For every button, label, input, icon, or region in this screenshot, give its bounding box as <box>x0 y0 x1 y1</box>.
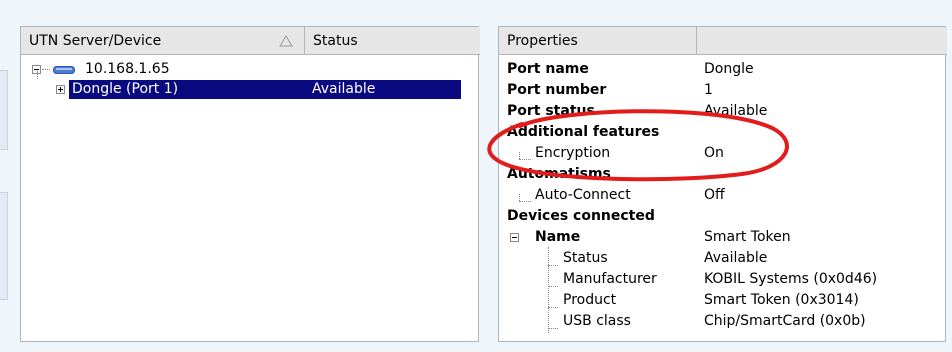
property-label: Name <box>535 229 581 245</box>
property-label: Port status <box>507 103 595 119</box>
property-group-label: Automatisms <box>507 166 611 182</box>
column-header-value[interactable] <box>697 27 947 55</box>
property-label: Status <box>563 250 608 266</box>
property-row-status[interactable]: Status Available <box>499 248 945 269</box>
collapse-icon[interactable] <box>510 233 519 242</box>
property-row-port-name[interactable]: Port name Dongle <box>499 59 945 80</box>
tree-connector <box>42 69 50 70</box>
property-group-automatisms[interactable]: Automatisms <box>499 164 945 185</box>
property-value: On <box>704 145 724 161</box>
tree-connector <box>37 71 38 79</box>
property-value: Chip/SmartCard (0x0b) <box>704 313 866 329</box>
property-label: Auto-Connect <box>535 187 631 203</box>
property-value: Available <box>704 103 768 119</box>
property-row-product[interactable]: Product Smart Token (0x3014) <box>499 290 945 311</box>
tree-row-device[interactable]: Dongle (Port 1) Available <box>21 79 478 100</box>
side-strip-bottom <box>0 192 8 300</box>
property-row-encryption[interactable]: Encryption On <box>499 143 945 164</box>
property-label: Manufacturer <box>563 271 657 287</box>
property-row-port-number[interactable]: Port number 1 <box>499 80 945 101</box>
property-value: Smart Token (0x3014) <box>704 292 859 308</box>
device-status: Available <box>312 81 376 97</box>
property-row-auto-connect[interactable]: Auto-Connect Off <box>499 185 945 206</box>
property-row-usb-class[interactable]: USB class Chip/SmartCard (0x0b) <box>499 311 945 332</box>
server-name: 10.168.1.65 <box>85 61 170 77</box>
expand-icon[interactable] <box>56 85 65 94</box>
column-header-device[interactable]: UTN Server/Device <box>21 27 305 55</box>
column-header-properties[interactable]: Properties <box>499 27 697 55</box>
property-value: 1 <box>704 82 713 98</box>
device-name: Dongle (Port 1) <box>72 81 179 97</box>
column-header-device-label: UTN Server/Device <box>29 33 162 49</box>
property-label: Port number <box>507 82 607 98</box>
properties-panel: Properties Port name Dongle Port number … <box>498 26 947 342</box>
column-header-properties-label: Properties <box>507 33 578 49</box>
property-group-devices-connected[interactable]: Devices connected <box>499 206 945 227</box>
property-group-label: Devices connected <box>507 208 655 224</box>
property-value: Off <box>704 187 725 203</box>
property-label: Encryption <box>535 145 611 161</box>
side-strip-top <box>0 70 8 150</box>
property-label: USB class <box>563 313 631 329</box>
server-icon <box>53 66 75 74</box>
property-label: Product <box>563 292 617 308</box>
property-row-name[interactable]: Name Smart Token <box>499 227 945 248</box>
column-header-status[interactable]: Status <box>305 27 480 55</box>
property-value: Dongle <box>704 61 754 77</box>
property-row-port-status[interactable]: Port status Available <box>499 101 945 122</box>
property-label: Port name <box>507 61 589 77</box>
tree-row-server[interactable]: 10.168.1.65 <box>21 59 478 80</box>
column-header-status-label: Status <box>313 33 358 49</box>
property-group-additional-features[interactable]: Additional features <box>499 122 945 143</box>
device-tree-panel: UTN Server/Device Status 10.168.1.65 Don… <box>20 26 480 342</box>
property-group-label: Additional features <box>507 124 660 140</box>
property-value: KOBIL Systems (0x0d46) <box>704 271 878 287</box>
property-value: Available <box>704 250 768 266</box>
property-value: Smart Token <box>704 229 791 245</box>
sort-ascending-icon <box>279 35 293 47</box>
property-row-manufacturer[interactable]: Manufacturer KOBIL Systems (0x0d46) <box>499 269 945 290</box>
